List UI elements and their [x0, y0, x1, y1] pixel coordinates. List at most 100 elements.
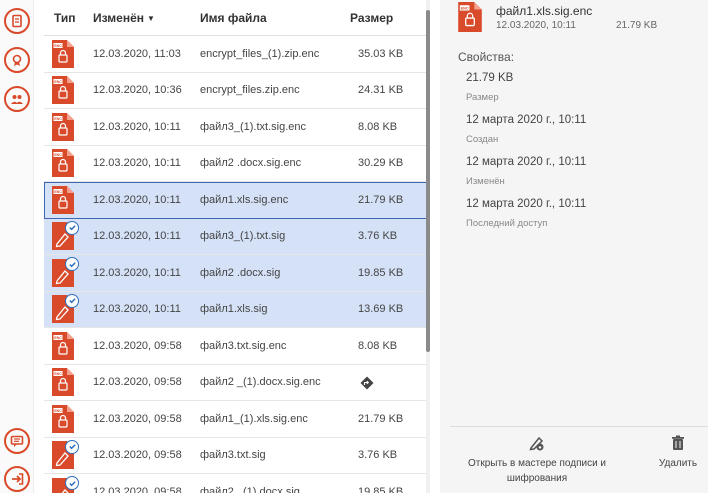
file-row[interactable]: ENC 12.03.2020, 10:36 encrypt_files.zip.en…	[44, 73, 429, 109]
file-size: 13.69 KB	[358, 303, 404, 316]
certificate-icon[interactable]	[4, 47, 30, 73]
file-type-cell: ENC	[44, 365, 84, 401]
file-name: файл2 .docx.sig	[200, 266, 281, 279]
panel-divider	[450, 426, 708, 427]
column-type[interactable]: Тип	[44, 11, 84, 25]
scroll-thumb[interactable]	[426, 10, 430, 352]
file-list: Тип Изменён ▼ Имя файла Размер ENC 12.03.2…	[44, 0, 429, 493]
file-rows: ENC 12.03.2020, 11:03 encrypt_files_(1).zi…	[44, 36, 429, 493]
column-name[interactable]: Имя файла	[190, 11, 342, 25]
check-badge-icon	[65, 439, 79, 454]
delete-label: Удалить	[658, 458, 698, 469]
file-name: encrypt_files_(1).zip.enc	[200, 47, 320, 60]
open-wizard-button[interactable]: Открыть в мастере подписи и шифрования	[462, 434, 612, 486]
column-size[interactable]: Размер	[342, 11, 429, 25]
file-modified: 12.03.2020, 10:11	[93, 230, 181, 243]
prop-modified-value: 12 марта 2020 г., 10:11	[466, 156, 587, 168]
file-size: 30.29 KB	[358, 157, 404, 170]
delete-button[interactable]: Удалить	[648, 434, 708, 471]
navigate-icon[interactable]	[360, 376, 374, 390]
file-name: файл2 _(1).docx.sig.enc	[200, 376, 321, 389]
file-row[interactable]: ENC 12.03.2020, 09:58 файл2 _(1).docx.sig.…	[44, 365, 429, 401]
prop-size-value: 21.79 KB	[466, 72, 514, 84]
file-size: 24.31 KB	[358, 84, 404, 97]
enc-file-icon: ENC	[52, 112, 74, 141]
file-type-cell: ENC	[44, 146, 84, 182]
check-badge-icon	[65, 293, 79, 308]
documents-icon[interactable]	[4, 8, 30, 34]
file-type-cell: ENC	[44, 109, 84, 145]
file-type-cell: ENC	[44, 73, 84, 109]
file-modified: 12.03.2020, 10:11	[93, 120, 181, 133]
message-icon[interactable]	[4, 428, 30, 454]
enc-file-icon: ENC	[52, 368, 74, 397]
file-name: файл1.xls.sig.enc	[200, 193, 289, 206]
users-icon[interactable]	[4, 86, 30, 112]
file-row[interactable]: 12.03.2020, 09:58 файл2 _(1).docx.sig 19.8…	[44, 474, 429, 493]
file-size: 8.08 KB	[358, 120, 398, 133]
file-name: файл3_(1).txt.sig	[200, 230, 286, 243]
list-header: Тип Изменён ▼ Имя файла Размер	[44, 0, 429, 36]
check-badge-icon	[65, 220, 79, 235]
details-file-date: 12.03.2020, 10:11	[496, 20, 576, 31]
enc-badge-text: ENC	[54, 336, 62, 340]
file-row[interactable]: 12.03.2020, 10:11 файл2 .docx.sig 19.85 KB	[44, 255, 429, 292]
file-size: 8.08 KB	[358, 339, 398, 352]
prop-accessed-value: 12 марта 2020 г., 10:11	[466, 198, 587, 210]
file-type-cell: ENC	[44, 328, 84, 364]
file-type-cell: ENC	[44, 182, 84, 218]
file-row[interactable]: 12.03.2020, 10:11 файл3_(1).txt.sig 3.76 K…	[44, 218, 429, 255]
prop-created-value: 12 марта 2020 г., 10:11	[466, 114, 587, 126]
file-row[interactable]: ENC 12.03.2020, 10:11 файл2 .docx.sig.enc 3…	[44, 146, 429, 182]
enc-badge-text: ENC	[461, 7, 469, 11]
logout-icon[interactable]	[4, 466, 30, 492]
enc-badge-text: ENC	[54, 190, 62, 194]
enc-badge-text: ENC	[54, 117, 62, 121]
file-modified: 12.03.2020, 09:58	[93, 339, 182, 352]
enc-file-icon: ENC	[52, 39, 74, 68]
file-modified: 12.03.2020, 10:11	[93, 266, 181, 279]
file-modified: 12.03.2020, 09:58	[93, 485, 182, 493]
file-row[interactable]: ENC 12.03.2020, 10:11 файл1.xls.sig.enc 21.…	[44, 182, 429, 219]
file-modified: 12.03.2020, 09:58	[93, 412, 182, 425]
file-size: 21.79 KB	[358, 193, 404, 206]
file-size: 3.76 KB	[358, 230, 398, 243]
file-modified: 12.03.2020, 09:58	[93, 449, 182, 462]
sort-desc-icon: ▼	[147, 13, 155, 23]
left-rail	[0, 0, 34, 493]
file-row[interactable]: ENC 12.03.2020, 09:58 файл3.txt.sig.enc 8.0…	[44, 328, 429, 365]
prop-created-label: Создан	[466, 134, 499, 145]
enc-badge-text: ENC	[54, 153, 62, 157]
details-panel: ENC файл1.xls.sig.enc 12.03.2020, 10:11 …	[440, 0, 708, 493]
file-type-cell: ENC	[44, 36, 84, 72]
file-modified: 12.03.2020, 10:11	[93, 157, 181, 170]
prop-size-label: Размер	[466, 92, 499, 103]
file-type-cell	[44, 292, 84, 328]
file-name: файл1_(1).xls.sig.enc	[200, 412, 308, 425]
file-type-cell	[44, 255, 84, 291]
prop-modified-label: Изменён	[466, 176, 505, 187]
column-modified[interactable]: Изменён ▼	[84, 11, 190, 25]
file-name: файл3.txt.sig	[200, 449, 266, 462]
file-size: 3.76 KB	[358, 449, 398, 462]
file-modified: 12.03.2020, 10:36	[93, 84, 182, 97]
properties-title: Свойства:	[458, 50, 515, 64]
file-row[interactable]: ENC 12.03.2020, 10:11 файл3_(1).txt.sig.en…	[44, 109, 429, 146]
file-row[interactable]: 12.03.2020, 09:58 файл3.txt.sig 3.76 KB	[44, 438, 429, 474]
file-size: 21.79 KB	[358, 412, 404, 425]
column-modified-label: Изменён	[93, 10, 145, 25]
open-wizard-label: Открыть в мастере подписи и шифрования	[467, 458, 607, 484]
details-file-name: файл1.xls.sig.enc	[496, 4, 593, 18]
enc-file-icon: ENC	[52, 76, 74, 105]
file-type-cell	[44, 219, 84, 255]
details-file-size: 21.79 KB	[616, 20, 658, 31]
enc-badge-text: ENC	[54, 44, 62, 48]
enc-file-icon: ENC	[52, 404, 74, 433]
enc-file-icon: ENC	[458, 2, 482, 37]
file-row[interactable]: 12.03.2020, 10:11 файл1.xls.sig 13.69 KB	[44, 291, 429, 328]
file-row[interactable]: ENC 12.03.2020, 09:58 файл1_(1).xls.sig.en…	[44, 401, 429, 438]
list-scrollbar[interactable]	[426, 0, 430, 493]
enc-file-icon: ENC	[52, 185, 74, 214]
file-row[interactable]: ENC 12.03.2020, 11:03 encrypt_files_(1).zi…	[44, 36, 429, 73]
check-badge-icon	[65, 476, 79, 490]
